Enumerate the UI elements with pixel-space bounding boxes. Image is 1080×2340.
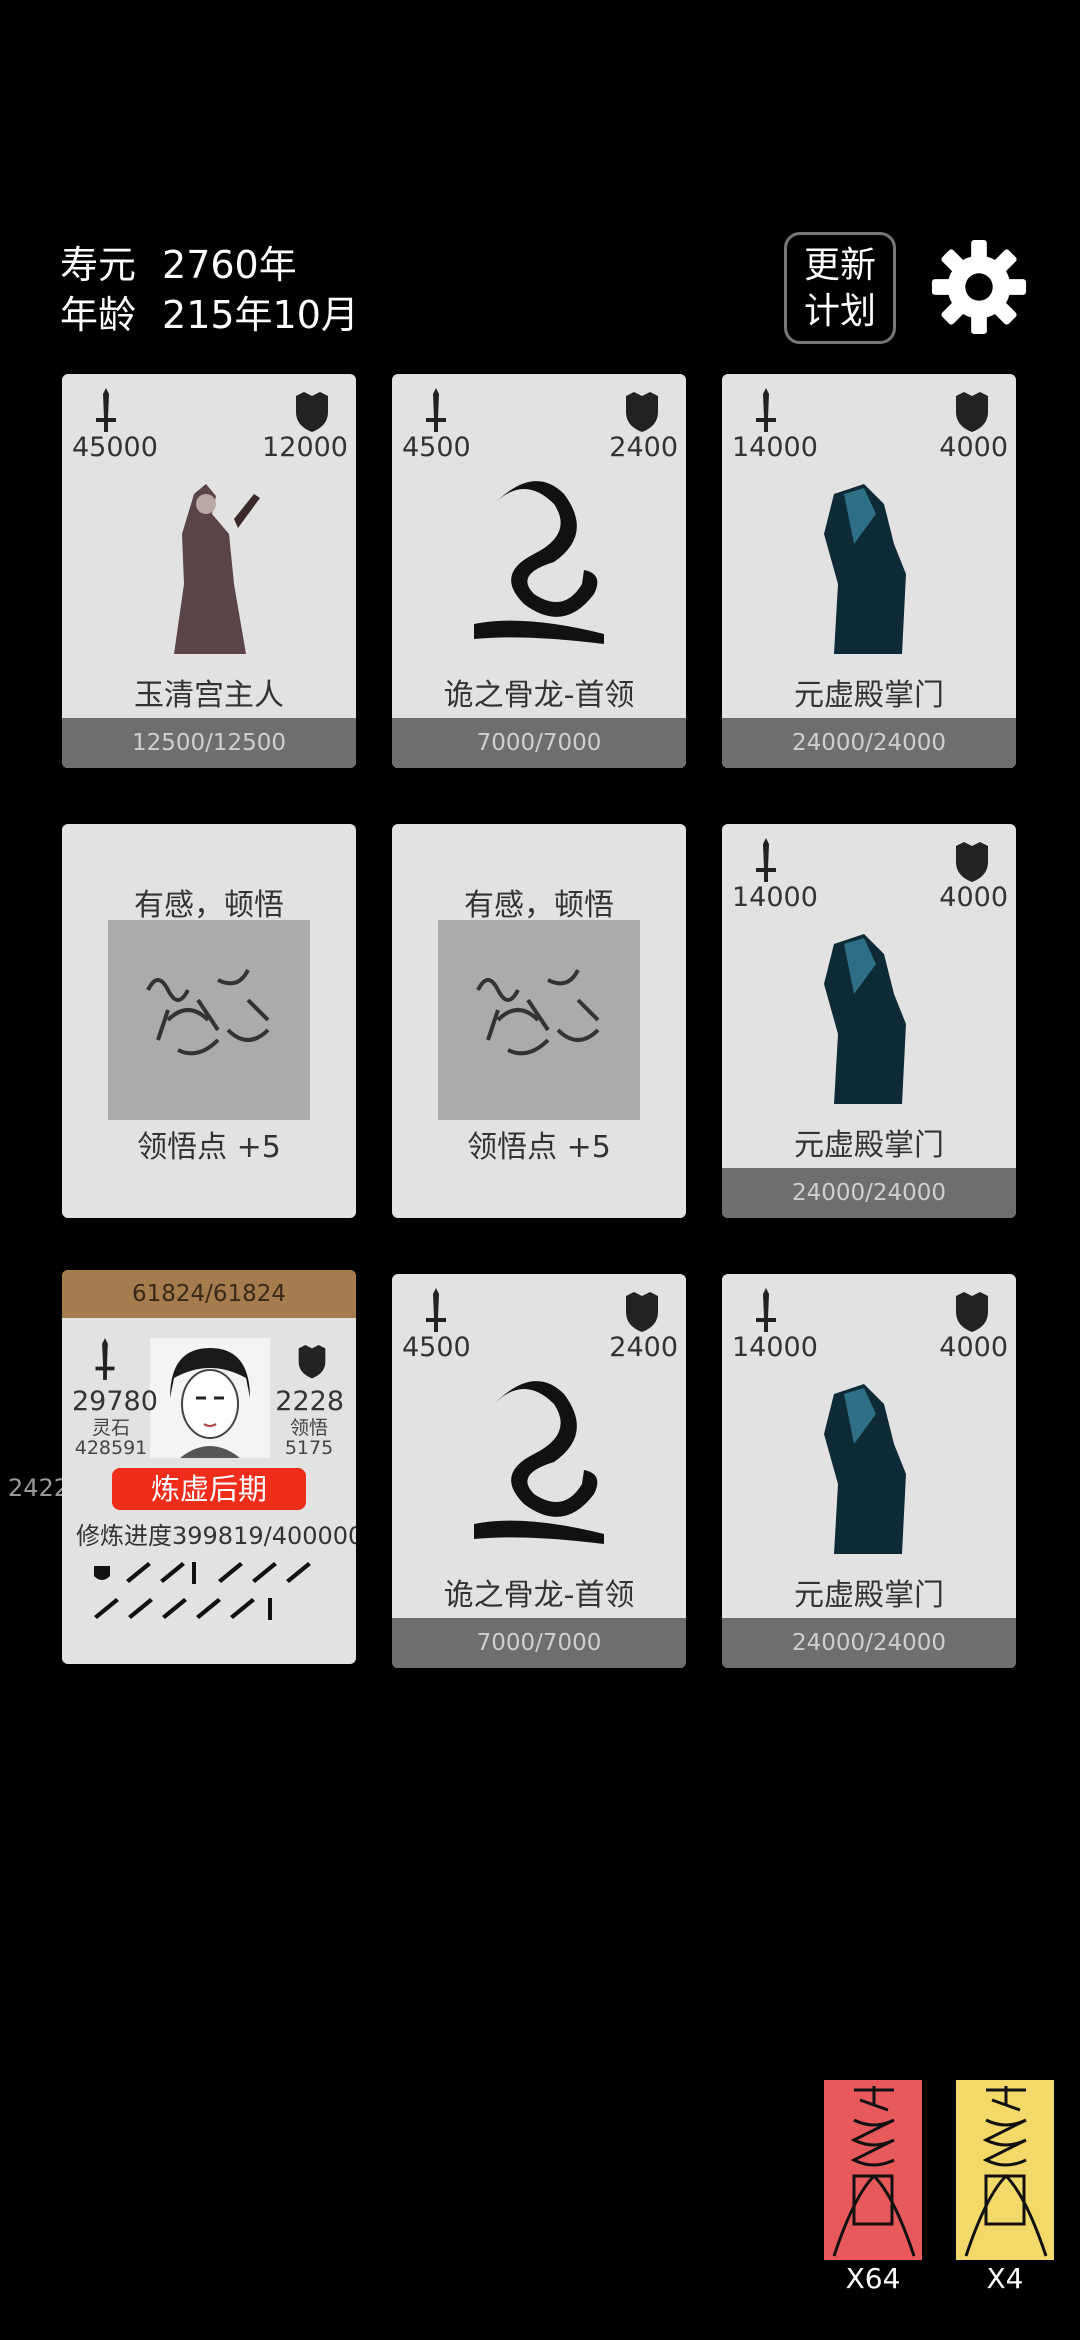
- avatar: [150, 1338, 270, 1458]
- enemy-card[interactable]: 4500 2400 诡之骨龙-首领 7000/7000: [392, 374, 686, 768]
- event-title: 有感，顿悟: [134, 888, 284, 923]
- dragon-portrait: [474, 481, 604, 644]
- enemy-portrait: [174, 484, 260, 654]
- enemy-card[interactable]: 14000 4000 元虚殿掌门 24000/24000: [722, 824, 1016, 1218]
- shield-icon: [956, 1292, 988, 1332]
- enemy-name: 元虚殿掌门: [794, 678, 944, 713]
- event-title: 有感，顿悟: [464, 888, 614, 923]
- attack-value: 4500: [402, 432, 471, 463]
- sect-master-portrait: [824, 484, 906, 654]
- side-number: 2422: [8, 1474, 70, 1502]
- sword-icon: [95, 1338, 115, 1380]
- attack-value: 4500: [402, 1332, 471, 1363]
- lifespan-label: 寿元: [60, 243, 137, 287]
- enemy-name: 诡之骨龙-首领: [443, 678, 635, 713]
- update-plan-line2: 计划: [803, 291, 876, 332]
- defense-value: 2400: [609, 1332, 678, 1363]
- dragon-portrait: [474, 1381, 604, 1544]
- talisman-red-count: X64: [845, 2262, 901, 2295]
- talisman-red-icon[interactable]: [824, 2080, 922, 2260]
- shield-icon: [298, 1345, 326, 1379]
- defense-value: 2400: [609, 432, 678, 463]
- shield-icon: [956, 392, 988, 432]
- hp-bar: 24000/24000: [722, 718, 1016, 768]
- defense-value: 4000: [939, 432, 1008, 463]
- sword-icon: [426, 388, 446, 432]
- hp-bar: 7000/7000: [392, 718, 686, 768]
- age-value: 215年10月: [162, 293, 359, 337]
- enemy-card[interactable]: 4500 2400 诡之骨龙-首领 7000/7000: [392, 1274, 686, 1668]
- lifespan-row: 寿元 2760年: [60, 234, 297, 289]
- sword-icon: [96, 388, 116, 432]
- age-label: 年龄: [60, 293, 137, 337]
- shield-icon: [956, 842, 988, 882]
- defense-value: 12000: [262, 432, 348, 463]
- calligraphy-icon: [438, 920, 640, 1120]
- enemy-name: 玉清宫主人: [134, 678, 284, 713]
- enemy-card[interactable]: 45000 12000 玉清宫主人 12500/12500: [62, 374, 356, 768]
- enemy-name: 元虚殿掌门: [794, 1578, 944, 1613]
- update-plan-button[interactable]: 更新 计划: [784, 232, 896, 344]
- hp-bar: 24000/24000: [722, 1168, 1016, 1218]
- equipment-swords-icon: [94, 1562, 311, 1620]
- event-reward: 领悟点 +5: [137, 1130, 281, 1165]
- sword-icon: [426, 1288, 446, 1332]
- insight-label: 领悟: [289, 1417, 328, 1439]
- age-row: 年龄 215年10月: [60, 284, 359, 339]
- lifespan-value: 2760年: [162, 243, 297, 287]
- calligraphy-icon: [108, 920, 310, 1120]
- sword-icon: [756, 388, 776, 432]
- enemy-name: 诡之骨龙-首领: [443, 1578, 635, 1613]
- spirit-stone-label: 灵石: [91, 1417, 130, 1439]
- player-card[interactable]: 61824/61824 29780 2228 灵石 428591 领悟 5175…: [62, 1270, 356, 1664]
- shield-icon: [626, 1292, 658, 1332]
- defense-value: 4000: [939, 882, 1008, 913]
- enemy-name: 元虚殿掌门: [794, 1128, 944, 1163]
- event-reward: 领悟点 +5: [467, 1130, 611, 1165]
- spirit-stone-value: 428591: [74, 1437, 148, 1459]
- attack-value: 45000: [72, 432, 158, 463]
- hp-bar: 7000/7000: [392, 1618, 686, 1668]
- sword-icon: [756, 838, 776, 882]
- player-defense: 2228: [275, 1386, 344, 1417]
- cultivation-progress: 修炼进度399819/400000: [76, 1516, 356, 1551]
- hp-bar: 24000/24000: [722, 1618, 1016, 1668]
- talisman-yellow-count: X4: [986, 2262, 1024, 2295]
- hp-bar: 12500/12500: [62, 718, 356, 768]
- shield-icon: [626, 392, 658, 432]
- gear-icon[interactable]: [930, 238, 1028, 336]
- player-hp-bar: 61824/61824: [62, 1270, 356, 1318]
- insight-event-card[interactable]: 有感，顿悟 领悟点 +5: [62, 824, 356, 1218]
- enemy-card[interactable]: 14000 4000 元虚殿掌门 24000/24000: [722, 374, 1016, 768]
- shield-icon: [296, 392, 328, 432]
- talisman-yellow-icon[interactable]: [956, 2080, 1054, 2260]
- insight-event-card[interactable]: 有感，顿悟 领悟点 +5: [392, 824, 686, 1218]
- attack-value: 14000: [732, 432, 818, 463]
- progress-label: 修炼进度: [76, 1522, 172, 1550]
- attack-value: 14000: [732, 1332, 818, 1363]
- sect-master-portrait: [824, 934, 906, 1104]
- attack-value: 14000: [732, 882, 818, 913]
- sect-master-portrait: [824, 1384, 906, 1554]
- defense-value: 4000: [939, 1332, 1008, 1363]
- sword-icon: [756, 1288, 776, 1332]
- player-attack: 29780: [72, 1386, 158, 1417]
- insight-value: 5175: [284, 1437, 334, 1459]
- update-plan-line1: 更新: [803, 245, 876, 286]
- enemy-card[interactable]: 14000 4000 元虚殿掌门 24000/24000: [722, 1274, 1016, 1668]
- realm-badge: 炼虚后期: [112, 1468, 306, 1510]
- progress-value: 399819/400000: [172, 1522, 356, 1550]
